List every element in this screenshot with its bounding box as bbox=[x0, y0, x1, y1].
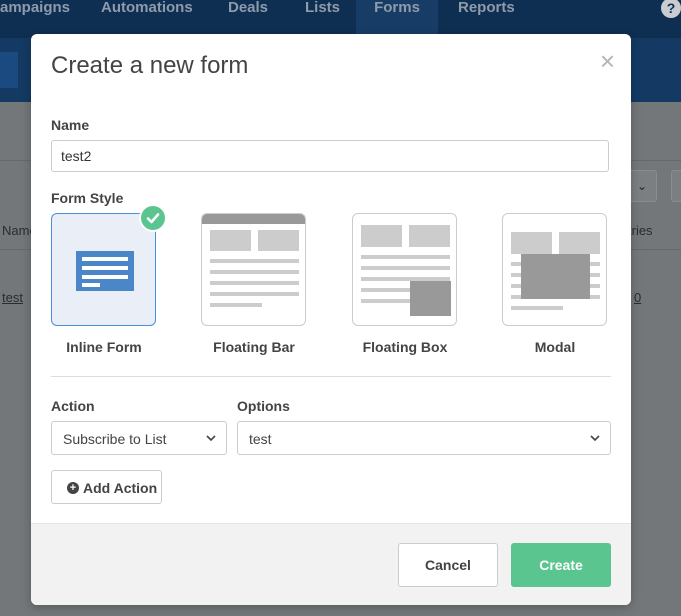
nav-lists[interactable]: Lists bbox=[305, 0, 340, 38]
action-select-value: Subscribe to List bbox=[63, 431, 167, 447]
style-label-floating-box: Floating Box bbox=[362, 339, 448, 355]
section-divider bbox=[51, 376, 611, 377]
style-label-inline-form: Inline Form bbox=[66, 339, 142, 355]
background-row-name-link[interactable]: test bbox=[2, 290, 23, 305]
nav-deals[interactable]: Deals bbox=[228, 0, 268, 38]
nav-campaigns[interactable]: ampaigns bbox=[0, 0, 70, 38]
create-button[interactable]: Create bbox=[511, 543, 611, 587]
selected-check-icon bbox=[139, 204, 167, 232]
style-card-modal[interactable] bbox=[502, 213, 607, 326]
action-label: Action bbox=[51, 398, 95, 414]
add-action-button[interactable]: + Add Action bbox=[51, 470, 162, 504]
floating-box-icon bbox=[361, 225, 451, 316]
help-icon[interactable]: ? bbox=[661, 0, 681, 18]
create-form-modal: Create a new form × Name Form Style Inli… bbox=[31, 34, 631, 605]
chevron-down-icon bbox=[206, 435, 216, 442]
modal-title: Create a new form bbox=[51, 52, 249, 79]
plus-circle-icon: + bbox=[67, 482, 79, 494]
background-dropdown[interactable]: ⌄ bbox=[627, 170, 657, 202]
name-label: Name bbox=[51, 117, 90, 133]
chevron-down-icon bbox=[590, 435, 600, 442]
background-column-entries: tries bbox=[628, 223, 653, 238]
background-dropdown-edge[interactable] bbox=[671, 170, 681, 202]
modal-footer: Cancel Create bbox=[31, 523, 631, 605]
name-input[interactable] bbox=[51, 140, 609, 172]
cancel-button[interactable]: Cancel bbox=[398, 543, 498, 587]
action-select[interactable]: Subscribe to List bbox=[51, 421, 227, 455]
nav-forms[interactable]: Forms bbox=[356, 0, 438, 38]
modal-style-icon bbox=[511, 232, 600, 310]
sub-header-button[interactable] bbox=[0, 52, 18, 88]
add-action-label: Add Action bbox=[83, 480, 158, 496]
style-card-floating-box[interactable] bbox=[352, 213, 457, 326]
style-card-floating-bar[interactable] bbox=[201, 213, 306, 326]
top-navigation: ampaigns Automations Deals Lists Forms R… bbox=[0, 0, 681, 38]
floating-bar-icon bbox=[202, 214, 305, 307]
style-label-floating-bar: Floating Bar bbox=[213, 339, 295, 355]
options-select-value: test bbox=[249, 431, 272, 447]
nav-reports[interactable]: Reports bbox=[458, 0, 515, 38]
form-style-label: Form Style bbox=[51, 190, 124, 206]
options-select[interactable]: test bbox=[237, 421, 611, 455]
close-icon[interactable]: × bbox=[600, 48, 615, 74]
style-label-modal: Modal bbox=[534, 339, 576, 355]
background-row-entries-link[interactable]: 0 bbox=[634, 290, 641, 305]
nav-automations[interactable]: Automations bbox=[101, 0, 193, 38]
inline-form-icon bbox=[76, 251, 134, 291]
options-label: Options bbox=[237, 398, 290, 414]
